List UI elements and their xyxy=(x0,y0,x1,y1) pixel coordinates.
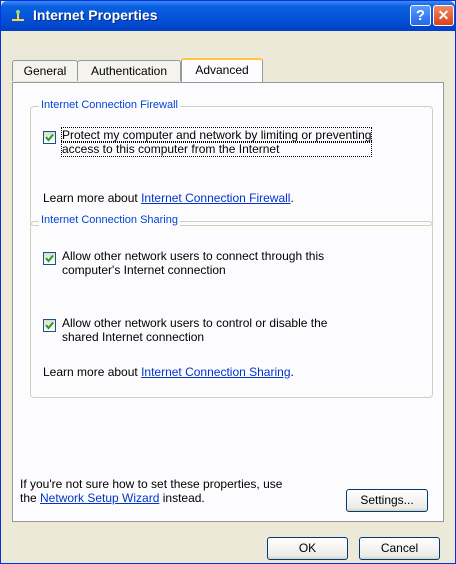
ok-button[interactable]: OK xyxy=(267,537,348,560)
title-bar[interactable]: Internet Properties ? ✕ xyxy=(1,1,455,31)
sharing-help-link[interactable]: Internet Connection Sharing xyxy=(141,365,290,379)
wizard-hint-prefix: the xyxy=(20,491,41,505)
protect-computer-checkbox[interactable] xyxy=(43,131,56,144)
sharing-learn-suffix: . xyxy=(290,365,294,379)
window-title: Internet Properties xyxy=(33,7,158,23)
settings-button[interactable]: Settings... xyxy=(346,489,428,512)
network-setup-wizard-link[interactable]: Network Setup Wizard xyxy=(40,491,159,505)
cancel-button[interactable]: Cancel xyxy=(359,537,440,560)
checkmark-icon xyxy=(45,133,54,142)
allow-connect-line2: computer's Internet connection xyxy=(62,263,226,277)
allow-control-checkbox[interactable] xyxy=(43,319,56,332)
advanced-tab-panel: Internet Connection Firewall Protect my … xyxy=(12,82,444,522)
close-button[interactable]: ✕ xyxy=(433,5,454,26)
sharing-learn-more: Learn more about Internet Connection Sha… xyxy=(43,365,294,379)
allow-connect-label[interactable]: Allow other network users to connect thr… xyxy=(62,249,324,277)
allow-control-line2: shared Internet connection xyxy=(62,330,205,344)
allow-control-line1: Allow other network users to control or … xyxy=(62,316,328,330)
help-button[interactable]: ? xyxy=(410,5,431,26)
checkmark-icon xyxy=(45,321,54,330)
wizard-hint: If you're not sure how to set these prop… xyxy=(20,477,282,505)
firewall-group-title: Internet Connection Firewall xyxy=(39,99,180,111)
protect-computer-line2: access to this computer from the Interne… xyxy=(60,141,373,157)
wizard-hint-suffix: instead. xyxy=(159,491,205,505)
sharing-learn-prefix: Learn more about xyxy=(43,365,142,379)
sharing-group-title: Internet Connection Sharing xyxy=(39,214,180,226)
internet-properties-window: Internet Properties ? ✕ General Authenti… xyxy=(0,0,456,564)
firewall-group: Internet Connection Firewall Protect my … xyxy=(30,99,433,226)
allow-control-label[interactable]: Allow other network users to control or … xyxy=(62,316,327,344)
protect-computer-line1: Protect my computer and network by limit… xyxy=(60,127,373,143)
sharing-group: Internet Connection Sharing Allow other … xyxy=(30,214,433,398)
firewall-learn-prefix: Learn more about xyxy=(43,191,142,205)
allow-connect-checkbox[interactable] xyxy=(43,252,56,265)
wizard-hint-line2: the Network Setup Wizard instead. xyxy=(20,491,282,505)
tab-authentication[interactable]: Authentication xyxy=(77,60,181,81)
question-mark-icon: ? xyxy=(415,7,426,24)
firewall-help-link[interactable]: Internet Connection Firewall xyxy=(141,191,290,205)
protect-computer-label[interactable]: Protect my computer and network by limit… xyxy=(60,127,373,157)
internet-properties-icon xyxy=(10,8,26,24)
firewall-learn-more: Learn more about Internet Connection Fir… xyxy=(43,191,294,205)
tab-advanced[interactable]: Advanced xyxy=(181,58,263,82)
firewall-learn-suffix: . xyxy=(290,191,294,205)
allow-connect-line1: Allow other network users to connect thr… xyxy=(62,249,325,263)
close-icon: ✕ xyxy=(437,7,450,23)
checkmark-icon xyxy=(45,254,54,263)
tab-general[interactable]: General xyxy=(12,60,78,81)
wizard-hint-line1: If you're not sure how to set these prop… xyxy=(20,477,283,491)
